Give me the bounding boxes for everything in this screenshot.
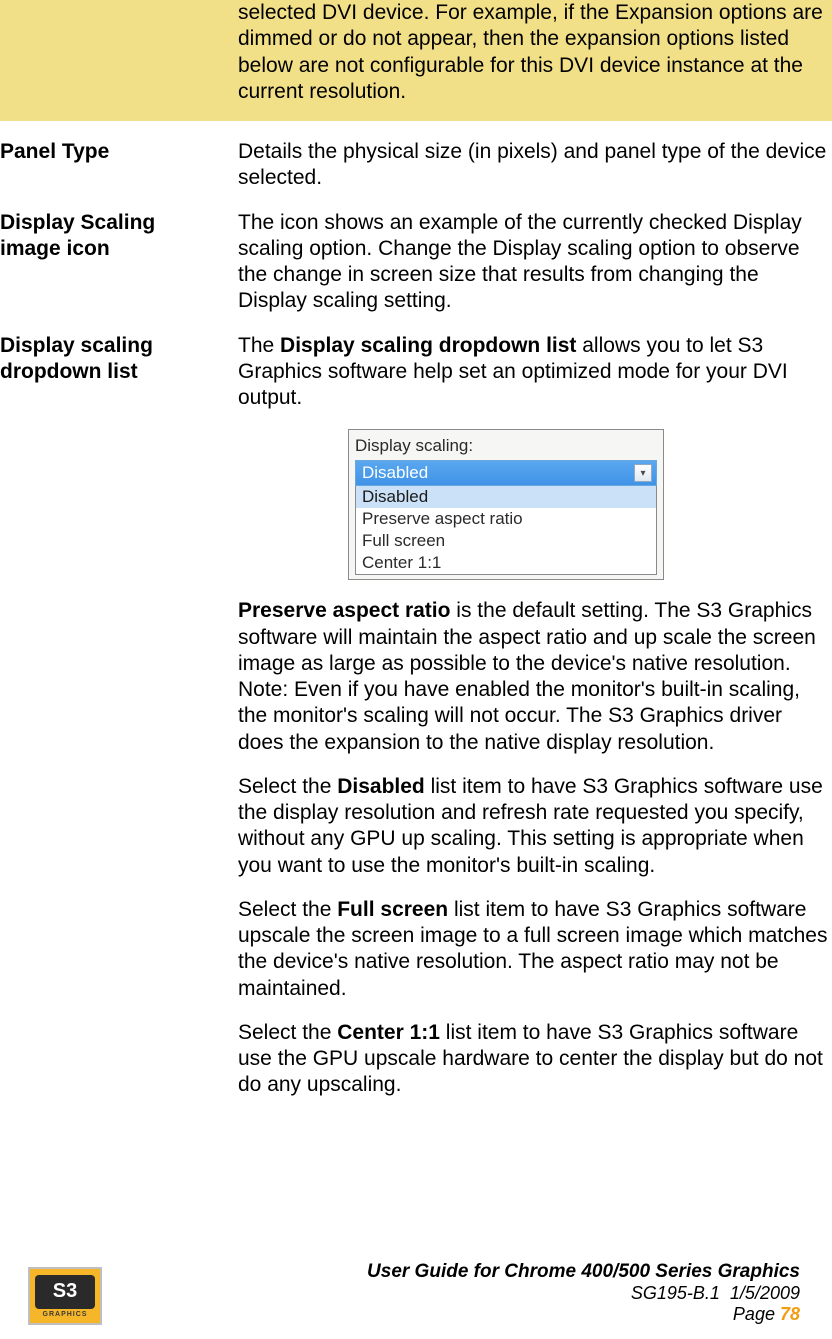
preserve-note: Note: Even if you have enabled the monit… — [238, 677, 832, 756]
preserve-aspect-para: Preserve aspect ratio is the default set… — [238, 598, 832, 677]
footer-text: User Guide for Chrome 400/500 Series Gra… — [367, 1261, 800, 1325]
center-bold: Center 1:1 — [337, 1021, 440, 1044]
dropdown-selected-value: Disabled — [362, 463, 428, 483]
s3-logo-tag: GRAPHICS — [43, 1311, 88, 1318]
center-para: Select the Center 1:1 list item to have … — [238, 1020, 832, 1099]
dropdown-option-preserve[interactable]: Preserve aspect ratio — [356, 508, 656, 530]
footer-title: User Guide for Chrome 400/500 Series Gra… — [367, 1261, 800, 1283]
intro-bold: Display scaling dropdown list — [280, 334, 576, 357]
highlight-left-spacer — [0, 0, 238, 121]
chevron-down-icon: ▾ — [634, 464, 652, 482]
full-bold: Full screen — [337, 898, 448, 921]
disabled-bold: Disabled — [337, 775, 425, 798]
dropdown-option-center[interactable]: Center 1:1 — [356, 552, 656, 574]
intro-part1: The — [238, 334, 280, 357]
full-pre: Select the — [238, 898, 337, 921]
disabled-para: Select the Disabled list item to have S3… — [238, 774, 832, 879]
fullscreen-para: Select the Full screen list item to have… — [238, 897, 832, 1002]
dropdown-list: Disabled Preserve aspect ratio Full scre… — [355, 486, 657, 575]
footer-page-label: Page — [733, 1304, 780, 1324]
footer-docinfo: SG195-B.1 1/5/2009 — [367, 1283, 800, 1304]
scaling-icon-label: Display Scaling image icon — [0, 210, 238, 263]
footer-doc-id: SG195-B.1 — [631, 1283, 720, 1303]
page: selected DVI device. For example, if the… — [0, 0, 832, 1339]
panel-type-label: Panel Type — [0, 139, 238, 165]
dropdown-figure: Display scaling: Disabled ▾ Disabled Pre… — [348, 429, 664, 580]
dropdown-option-full[interactable]: Full screen — [356, 530, 656, 552]
highlight-desc-cell: selected DVI device. For example, if the… — [238, 0, 832, 121]
footer-page-number: 78 — [780, 1304, 800, 1324]
center-pre: Select the — [238, 1021, 337, 1044]
highlight-note-text: selected DVI device. For example, if the… — [238, 0, 832, 105]
scaling-icon-desc: The icon shows an example of the current… — [238, 210, 832, 315]
footer-date: 1/5/2009 — [730, 1283, 800, 1303]
page-footer: S3 GRAPHICS User Guide for Chrome 400/50… — [0, 1247, 832, 1325]
scaling-dropdown-label-line1: Display scaling — [0, 334, 153, 357]
footer-page: Page 78 — [367, 1304, 800, 1325]
dropdown-option-disabled[interactable]: Disabled — [356, 486, 656, 508]
s3-logo-text: S3 — [35, 1275, 95, 1309]
preserve-bold: Preserve aspect ratio — [238, 599, 450, 622]
highlight-note-row: selected DVI device. For example, if the… — [0, 0, 832, 121]
scaling-icon-label-line1: Display Scaling — [0, 211, 155, 234]
scaling-icon-label-line2: image icon — [0, 237, 110, 260]
definition-table: selected DVI device. For example, if the… — [0, 0, 832, 1099]
s3-logo: S3 GRAPHICS — [28, 1267, 102, 1325]
scaling-dropdown-row: Display scaling dropdown list The Displa… — [0, 333, 832, 1099]
scaling-icon-row: Display Scaling image icon The icon show… — [0, 210, 832, 315]
dropdown-figure-label: Display scaling: — [355, 436, 657, 456]
scaling-dropdown-intro: The Display scaling dropdown list allows… — [238, 333, 832, 412]
scaling-dropdown-label-line2: dropdown list — [0, 360, 138, 383]
scaling-dropdown-label: Display scaling dropdown list — [0, 333, 238, 386]
dropdown-select[interactable]: Disabled ▾ — [355, 460, 657, 486]
panel-type-desc: Details the physical size (in pixels) an… — [238, 139, 832, 192]
panel-type-row: Panel Type Details the physical size (in… — [0, 139, 832, 192]
disabled-pre: Select the — [238, 775, 337, 798]
